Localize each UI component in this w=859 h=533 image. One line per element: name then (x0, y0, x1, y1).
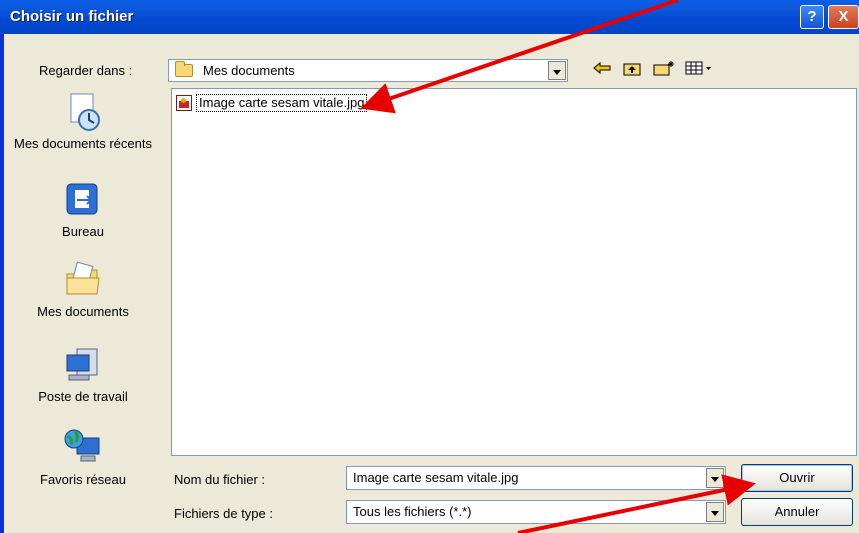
file-list[interactable]: Image carte sesam vitale.jpg (171, 88, 857, 456)
cancel-button[interactable]: Annuler (741, 498, 853, 526)
title-bar: Choisir un fichier ? X (0, 0, 859, 34)
filename-input[interactable]: Image carte sesam vitale.jpg (346, 466, 726, 490)
place-my-documents[interactable]: Mes documents (8, 260, 158, 320)
network-places-icon (63, 428, 103, 468)
file-name: Image carte sesam vitale.jpg (196, 94, 368, 112)
up-folder-icon[interactable] (620, 60, 644, 82)
desktop-icon (63, 180, 103, 220)
filetype-select[interactable]: Tous les fichiers (*.*) (346, 500, 726, 524)
file-dialog: Choisir un fichier ? X Regarder dans : M… (0, 0, 859, 533)
help-button[interactable]: ? (800, 5, 824, 29)
back-arrow-icon[interactable] (590, 60, 614, 82)
recent-documents-icon (63, 92, 103, 132)
chevron-down-icon[interactable] (706, 468, 724, 488)
place-desktop[interactable]: Bureau (8, 180, 158, 240)
new-folder-icon[interactable] (652, 60, 676, 82)
place-recent-documents[interactable]: Mes documents récents (8, 92, 158, 152)
lookin-combobox[interactable]: Mes documents (168, 59, 568, 82)
place-label: Favoris réseau (40, 472, 126, 487)
my-documents-icon (63, 260, 103, 300)
my-computer-icon (63, 345, 103, 385)
place-my-computer[interactable]: Poste de travail (8, 345, 158, 405)
place-network[interactable]: Favoris réseau (8, 428, 158, 488)
filetype-value: Tous les fichiers (*.*) (353, 504, 472, 519)
filename-value: Image carte sesam vitale.jpg (353, 470, 519, 485)
filename-label: Nom du fichier : (174, 472, 266, 487)
folder-icon (175, 61, 193, 77)
chevron-down-icon[interactable] (706, 502, 724, 522)
lookin-label: Regarder dans : (39, 63, 133, 78)
place-label: Mes documents (37, 304, 129, 319)
dialog-title: Choisir un fichier (10, 8, 134, 25)
place-label: Mes documents récents (13, 136, 152, 151)
views-menu-icon[interactable] (682, 60, 716, 82)
places-bar: Mes documents récents Bureau Mes documen… (8, 90, 168, 488)
place-label: Poste de travail (38, 389, 128, 404)
open-button[interactable]: Ouvrir (741, 464, 853, 492)
close-button[interactable]: X (828, 5, 859, 29)
chevron-down-icon[interactable] (548, 61, 566, 80)
lookin-value: Mes documents (203, 63, 295, 78)
place-label: Bureau (62, 224, 104, 239)
filetype-label: Fichiers de type : (174, 506, 273, 521)
jpg-image-icon (176, 95, 192, 111)
